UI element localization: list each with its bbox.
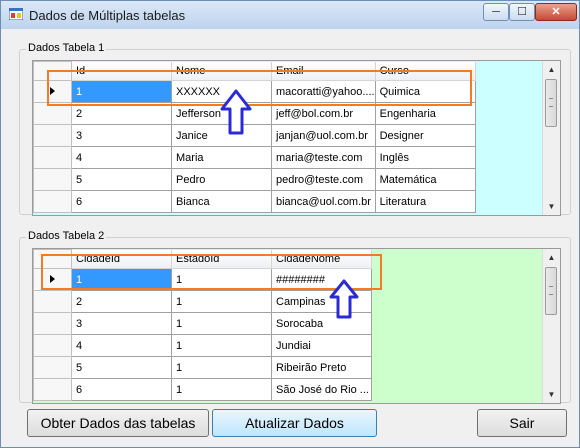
- scroll-up-icon[interactable]: ▲: [543, 61, 560, 78]
- cell[interactable]: 3: [71, 312, 172, 335]
- maximize-button[interactable]: ☐: [509, 3, 535, 21]
- cell[interactable]: 3: [71, 124, 172, 147]
- cell[interactable]: 2: [71, 290, 172, 313]
- cell[interactable]: 6: [71, 378, 172, 401]
- cell[interactable]: maria@teste.com: [271, 146, 376, 169]
- cell[interactable]: Ribeirão Preto: [271, 356, 372, 379]
- cell[interactable]: Designer: [374, 124, 476, 147]
- table-row[interactable]: 6 Bianca bianca@uol.com.br Literatura: [33, 190, 476, 213]
- obter-dados-button[interactable]: Obter Dados das tabelas: [27, 409, 209, 437]
- row-header[interactable]: [33, 312, 72, 335]
- scroll-down-icon[interactable]: ▼: [543, 198, 560, 215]
- table-row[interactable]: 4 1 Jundiai: [33, 334, 372, 357]
- cell[interactable]: Jundiai: [271, 334, 372, 357]
- cell[interactable]: 4: [71, 334, 172, 357]
- cell[interactable]: 1: [171, 356, 272, 379]
- groupbox-tabela-1-label: Dados Tabela 1: [26, 42, 107, 54]
- row-header[interactable]: [33, 378, 72, 401]
- row-header[interactable]: [33, 190, 72, 213]
- scroll-down-icon[interactable]: ▼: [543, 386, 560, 403]
- cell[interactable]: 1: [171, 334, 272, 357]
- atualizar-dados-button[interactable]: Atualizar Dados: [212, 409, 377, 437]
- main-window: Dados de Múltiplas tabelas ─ ☐ ✕ Dados T…: [0, 0, 580, 448]
- close-icon: ✕: [551, 6, 561, 18]
- row-header[interactable]: [33, 334, 72, 357]
- title-bar[interactable]: Dados de Múltiplas tabelas ─ ☐ ✕: [1, 1, 579, 29]
- table-row[interactable]: 4 Maria maria@teste.com Inglês: [33, 146, 476, 169]
- cell[interactable]: 6: [71, 190, 172, 213]
- row-header[interactable]: [33, 124, 72, 147]
- row-header[interactable]: [33, 146, 72, 169]
- cell[interactable]: São José do Rio ...: [271, 378, 372, 401]
- cell[interactable]: Inglês: [374, 146, 476, 169]
- cell[interactable]: Matemática: [374, 168, 476, 191]
- cell[interactable]: 5: [71, 356, 172, 379]
- row-header[interactable]: [33, 168, 72, 191]
- cell[interactable]: Pedro: [171, 168, 272, 191]
- table-row[interactable]: 6 1 São José do Rio ...: [33, 378, 372, 401]
- table-row[interactable]: 2 1 Campinas: [33, 290, 372, 313]
- cell[interactable]: 5: [71, 168, 172, 191]
- scroll-thumb[interactable]: [545, 267, 557, 315]
- cell[interactable]: janjan@uol.com.br: [271, 124, 376, 147]
- window-title: Dados de Múltiplas tabelas: [29, 8, 186, 23]
- grid-2-vertical-scrollbar[interactable]: ▲ ▼: [542, 249, 560, 403]
- scroll-up-icon[interactable]: ▲: [543, 249, 560, 266]
- highlight-box-row-1: [47, 70, 472, 106]
- cell[interactable]: Literatura: [374, 190, 476, 213]
- cell[interactable]: Bianca: [171, 190, 272, 213]
- row-header[interactable]: [33, 290, 72, 313]
- grid-1-vertical-scrollbar[interactable]: ▲ ▼: [542, 61, 560, 215]
- cell[interactable]: 4: [71, 146, 172, 169]
- table-row[interactable]: 3 Janice janjan@uol.com.br Designer: [33, 124, 476, 147]
- annotation-up-arrow-icon: [329, 279, 359, 319]
- sair-button[interactable]: Sair: [477, 409, 567, 437]
- app-icon: [9, 8, 23, 20]
- cell[interactable]: bianca@uol.com.br: [271, 190, 376, 213]
- annotation-up-arrow-icon: [220, 89, 252, 135]
- row-header[interactable]: [33, 356, 72, 379]
- table-row[interactable]: 3 1 Sorocaba: [33, 312, 372, 335]
- maximize-icon: ☐: [517, 6, 527, 18]
- cell[interactable]: pedro@teste.com: [271, 168, 376, 191]
- table-row[interactable]: 5 1 Ribeirão Preto: [33, 356, 372, 379]
- minimize-button[interactable]: ─: [483, 3, 509, 21]
- minimize-icon: ─: [492, 6, 500, 18]
- cell[interactable]: Maria: [171, 146, 272, 169]
- scroll-thumb[interactable]: [545, 79, 557, 127]
- close-button[interactable]: ✕: [535, 3, 577, 21]
- cell[interactable]: 1: [171, 378, 272, 401]
- groupbox-tabela-2-label: Dados Tabela 2: [26, 230, 107, 242]
- cell[interactable]: 1: [171, 290, 272, 313]
- table-row[interactable]: 5 Pedro pedro@teste.com Matemática: [33, 168, 476, 191]
- cell[interactable]: 1: [171, 312, 272, 335]
